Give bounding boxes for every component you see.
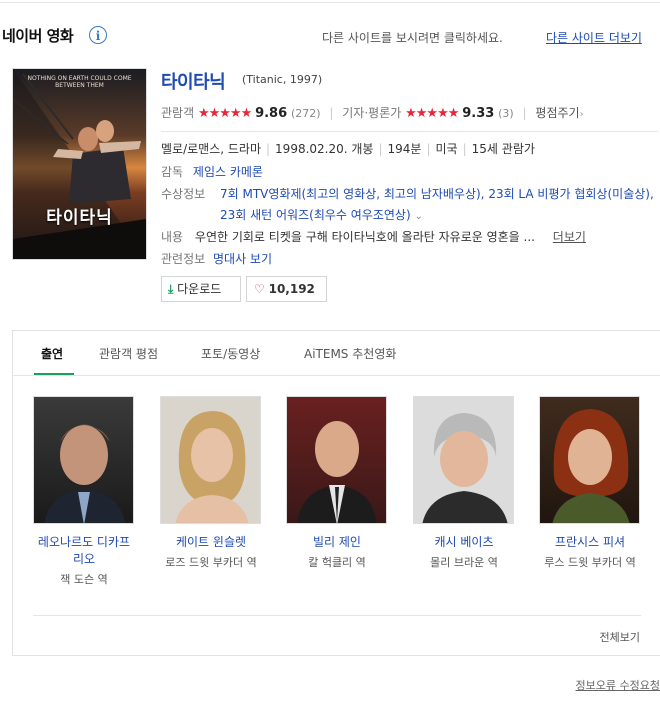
download-label: 다운로드	[177, 282, 222, 296]
related-link[interactable]: 명대사 보기	[213, 252, 272, 266]
genre: 멜로/로맨스, 드라마	[161, 142, 261, 156]
cast-role: 잭 도슨 역	[60, 573, 108, 586]
tab-cast[interactable]: 출연	[41, 345, 63, 362]
active-tab-indicator	[34, 373, 74, 375]
age-rating: 15세 관람가	[471, 142, 535, 156]
cast-name[interactable]: 빌리 제인	[286, 534, 388, 551]
info-row: 멜로/로맨스, 드라마 | 1998.02.20. 개봉 | 194분 | 미국 | 15세 관…	[161, 142, 535, 156]
cast-role: 로즈 드윗 부카더 역	[165, 556, 257, 569]
separator: |	[522, 106, 527, 120]
divider	[33, 615, 641, 616]
cast-role: 칼 헉클리 역	[308, 556, 366, 569]
cast-item[interactable]: 케이트 윈슬렛 로즈 드윗 부카더 역	[160, 396, 262, 571]
content-row: 내용 우연한 기회로 티켓을 구해 타이타닉호에 올라탄 자유로운 영혼을 ..…	[161, 228, 586, 245]
service-title: 네이버 영화	[2, 27, 74, 45]
audience-stars-icon: ★★★★★	[197, 106, 252, 121]
content-label: 내용	[161, 230, 184, 244]
cast-photo[interactable]	[33, 396, 134, 524]
cast-item[interactable]: 캐시 베이츠 몰리 브라운 역	[413, 396, 515, 571]
critic-label: 기자·평론가	[342, 106, 402, 120]
critic-score: 9.33	[462, 106, 495, 121]
person-silhouette-icon	[44, 424, 126, 523]
country: 미국	[435, 142, 458, 156]
cast-role: 루스 드윗 부카더 역	[544, 556, 636, 569]
download-icon: ⤓	[168, 282, 174, 296]
header: 네이버 영화 i 다른 사이트를 보시려면 클릭하세요. 다른 사이트 더보기	[0, 25, 660, 51]
separator: |	[329, 106, 334, 120]
person-silhouette-icon	[175, 411, 249, 523]
related-label: 관련정보	[161, 252, 206, 266]
movie-original-title: (Titanic, 1997)	[242, 73, 323, 86]
top-divider	[0, 2, 660, 3]
audience-score: 9.86	[255, 106, 288, 121]
chevron-right-icon: ›	[579, 109, 584, 120]
cast-panel: 출연 관람객 평점 포토/동영상 AiTEMS 추천영화 레오나르도 디카프리오…	[12, 330, 660, 656]
director-link[interactable]: 제임스 카메론	[193, 165, 263, 179]
divider	[161, 131, 658, 132]
award-text[interactable]: 7회 MTV영화제(최고의 영화상, 최고의 남자배우상), 23회 LA 비평…	[220, 187, 654, 222]
movie-summary: NOTHING ON EARTH COULD COME BETWEEN THEM…	[12, 68, 660, 313]
audience-count: (272)	[290, 107, 321, 120]
cast-item[interactable]: 빌리 제인 칼 헉클리 역	[286, 396, 388, 571]
person-silhouette-icon	[297, 421, 377, 523]
tab-photo-video[interactable]: 포토/동영상	[201, 345, 260, 362]
cast-name[interactable]: 프란시스 피셔	[539, 534, 641, 551]
other-site-link[interactable]: 다른 사이트 더보기	[546, 29, 642, 46]
like-count: 10,192	[268, 282, 315, 296]
director-row: 감독 제임스 카메론	[161, 163, 263, 180]
related-row: 관련정보 명대사 보기	[161, 250, 272, 267]
cast-role: 몰리 브라운 역	[430, 556, 498, 569]
movie-poster[interactable]: NOTHING ON EARTH COULD COME BETWEEN THEM…	[12, 68, 147, 260]
like-button[interactable]: ♡ 10,192	[246, 276, 327, 302]
heart-icon: ♡	[254, 282, 265, 296]
person-silhouette-icon	[422, 413, 508, 523]
other-site-text: 다른 사이트를 보시려면 클릭하세요.	[322, 31, 503, 45]
tab-aitems-recommend[interactable]: AiTEMS 추천영화	[304, 345, 396, 362]
poster-title: 타이타닉	[46, 208, 113, 228]
view-all-link[interactable]: 전체보기	[600, 629, 640, 645]
cast-name[interactable]: 캐시 베이츠	[413, 534, 515, 551]
cast-name[interactable]: 케이트 윈슬렛	[160, 534, 262, 551]
director-label: 감독	[161, 165, 184, 179]
info-icon[interactable]: i	[89, 26, 107, 44]
download-button[interactable]: ⤓ 다운로드	[161, 276, 241, 302]
content-more-link[interactable]: 더보기	[553, 230, 586, 244]
report-error-link[interactable]: 정보오류 수정요청	[576, 677, 660, 693]
content-text: 우연한 기회로 티켓을 구해 타이타닉호에 올라탄 자유로운 영혼을 ...	[194, 230, 535, 244]
cast-name[interactable]: 레오나르도 디카프리오	[33, 534, 135, 568]
rating-row: 관람객 ★★★★★ 9.86 (272) | 기자·평론가 ★★★★★ 9.33…	[161, 104, 584, 121]
movie-title[interactable]: 타이타닉	[161, 68, 226, 94]
critic-count: (3)	[498, 107, 514, 120]
cast-photo[interactable]	[160, 396, 261, 524]
rate-link[interactable]: 평점주기	[535, 106, 579, 120]
cast-photo[interactable]	[413, 396, 514, 524]
chevron-down-icon[interactable]: ⌄	[414, 211, 422, 222]
cast-photo[interactable]	[539, 396, 640, 524]
critic-stars-icon: ★★★★★	[405, 106, 459, 121]
audience-label: 관람객	[161, 106, 195, 120]
poster-artwork-icon	[13, 69, 146, 259]
cast-item[interactable]: 레오나르도 디카프리오 잭 도슨 역	[33, 396, 135, 588]
tab-bar: 출연 관람객 평점 포토/동영상 AiTEMS 추천영화	[13, 331, 660, 376]
runtime: 194분	[387, 142, 422, 156]
award-label: 수상정보	[161, 187, 206, 201]
cast-photo[interactable]	[286, 396, 387, 524]
tab-audience-rating[interactable]: 관람객 평점	[99, 345, 158, 362]
person-silhouette-icon	[552, 409, 630, 523]
poster-tagline: NOTHING ON EARTH COULD COME BETWEEN THEM	[27, 75, 132, 89]
cast-item[interactable]: 프란시스 피셔 루스 드윗 부카더 역	[539, 396, 641, 571]
release-date: 1998.02.20. 개봉	[275, 142, 374, 156]
